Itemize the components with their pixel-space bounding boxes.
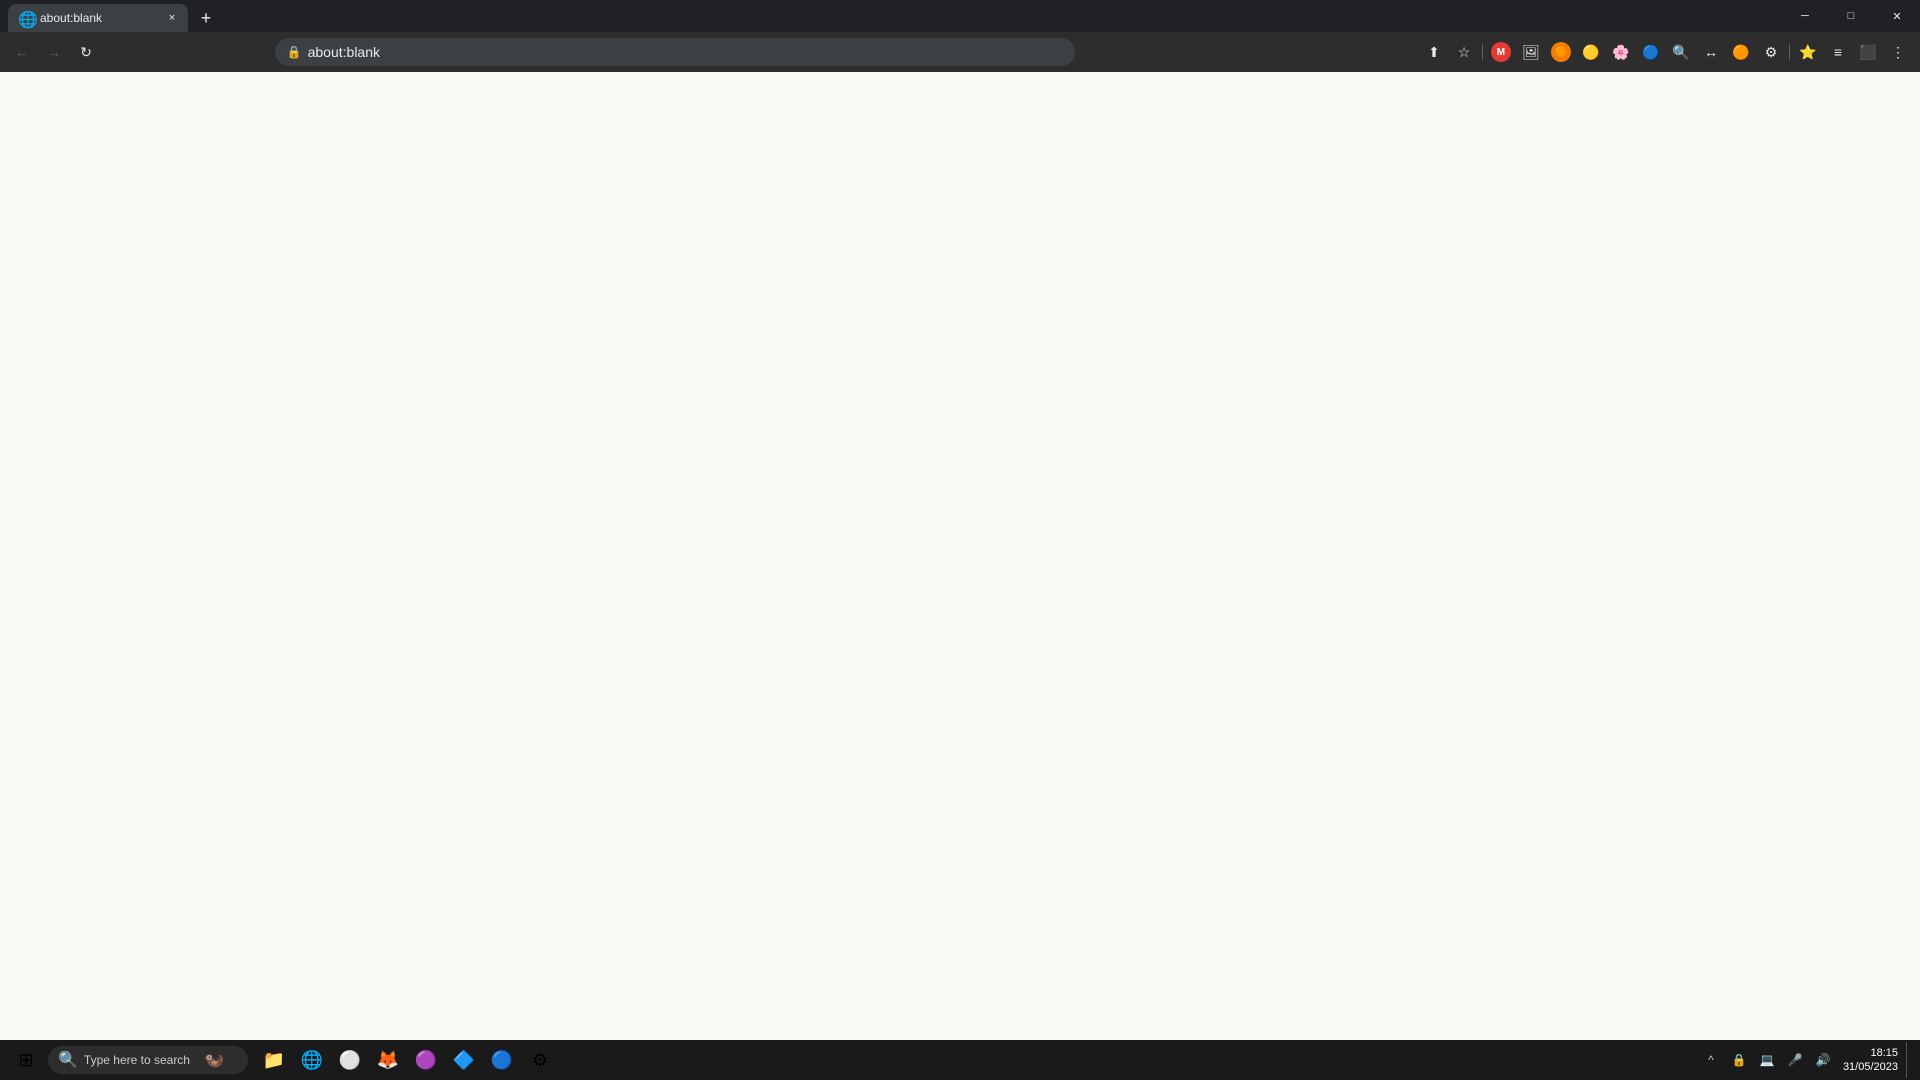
tray-mic-icon[interactable]: 🎤	[1783, 1048, 1807, 1072]
firefox-icon: 🦊	[377, 1050, 399, 1071]
tab-strip: 🌐 about:blank × +	[0, 0, 1782, 32]
ext-icon-7[interactable]: 🔍	[1667, 38, 1695, 66]
bookmark-icon[interactable]: ☆	[1450, 38, 1478, 66]
show-desktop-button[interactable]	[1906, 1042, 1912, 1078]
window-controls: ─ □ ✕	[1782, 0, 1920, 32]
refresh-button[interactable]: ↻	[72, 38, 100, 66]
system-tray: ^ 🔒 💻 🎤 🔊	[1699, 1048, 1835, 1072]
taskbar-edge[interactable]: 🌐	[294, 1042, 330, 1078]
clock-time: 18:15	[1870, 1046, 1898, 1060]
start-button[interactable]: ⊞	[8, 1042, 44, 1078]
taskbar-chrome[interactable]: ⚪	[332, 1042, 368, 1078]
browser-content	[0, 72, 1920, 1040]
ext-icon-8[interactable]: ↔	[1697, 38, 1725, 66]
share-icon[interactable]: ⬆	[1420, 38, 1448, 66]
vscode-icon: 🔷	[453, 1050, 475, 1071]
taskbar: ⊞ 🔍 Type here to search 🦦 📁 🌐 ⚪ 🦊 🟣 🔷 🔵 …	[0, 1040, 1920, 1080]
start-icon: ⊞	[18, 1050, 33, 1071]
divider2	[1789, 44, 1790, 60]
ext-icon-9[interactable]: 🟠	[1727, 38, 1755, 66]
tray-network-icon[interactable]: 💻	[1755, 1048, 1779, 1072]
ext-icon-2[interactable]: 🖼	[1517, 38, 1545, 66]
taskbar-apps: 📁 🌐 ⚪ 🦊 🟣 🔷 🔵 ⚙	[256, 1042, 558, 1078]
ext-icon-3[interactable]: 🟠	[1547, 38, 1575, 66]
taskbar-right: ^ 🔒 💻 🎤 🔊 18:15 31/05/2023	[1699, 1042, 1912, 1078]
back-button[interactable]: ←	[8, 38, 36, 66]
ext-icon-1[interactable]: M	[1487, 38, 1515, 66]
active-tab[interactable]: 🌐 about:blank ×	[8, 4, 188, 32]
ext-icon-4[interactable]: 🟡	[1577, 38, 1605, 66]
tab-favicon-icon: 🌐	[18, 10, 34, 26]
address-url: about:blank	[308, 44, 1063, 60]
app7-icon: 🔵	[491, 1050, 513, 1071]
taskbar-search-label: Type here to search	[84, 1053, 190, 1067]
ext-icon-5[interactable]: 🌸	[1607, 38, 1635, 66]
taskbar-vscode[interactable]: 🔷	[446, 1042, 482, 1078]
file-explorer-icon: 📁	[263, 1050, 285, 1071]
tab-title-label: about:blank	[40, 11, 158, 25]
address-box[interactable]: 🔒 about:blank	[275, 38, 1075, 66]
extensions-button[interactable]: ⭐	[1794, 38, 1822, 66]
ferret-icon: 🦦	[204, 1050, 224, 1070]
forward-button[interactable]: →	[40, 38, 68, 66]
new-tab-button[interactable]: +	[192, 4, 220, 32]
taskbar-search-icon: 🔍	[58, 1050, 78, 1070]
minimize-button[interactable]: ─	[1782, 0, 1828, 32]
taskbar-search-box[interactable]: 🔍 Type here to search 🦦	[48, 1046, 248, 1074]
toolbar-icons: ⬆ ☆ M 🖼 🟠 🟡 🌸 🔵 🔍 ↔ 🟠 ⚙ ⭐ ≡ ⬛ ⋮	[1420, 38, 1912, 66]
tray-lock-icon[interactable]: 🔒	[1727, 1048, 1751, 1072]
teams-icon: 🟣	[415, 1050, 437, 1071]
close-window-button[interactable]: ✕	[1874, 0, 1920, 32]
app8-icon: ⚙	[532, 1050, 548, 1071]
tray-volume-icon[interactable]: 🔊	[1811, 1048, 1835, 1072]
taskbar-app8[interactable]: ⚙	[522, 1042, 558, 1078]
addressbar: ← → ↻ 🔒 about:blank ⬆ ☆ M 🖼 🟠 🟡 🌸 🔵 🔍 ↔ …	[0, 32, 1920, 72]
sidebar-button[interactable]: ≡	[1824, 38, 1852, 66]
titlebar: 🌐 about:blank × + ─ □ ✕	[0, 0, 1920, 32]
taskbar-clock[interactable]: 18:15 31/05/2023	[1839, 1046, 1902, 1075]
taskbar-teams[interactable]: 🟣	[408, 1042, 444, 1078]
chrome-icon: ⚪	[339, 1050, 361, 1071]
clock-date: 31/05/2023	[1843, 1060, 1898, 1074]
address-security-icon: 🔒	[287, 45, 302, 59]
tray-chevron[interactable]: ^	[1699, 1048, 1723, 1072]
ext-icon-6[interactable]: 🔵	[1637, 38, 1665, 66]
maximize-button[interactable]: □	[1828, 0, 1874, 32]
edge-icon: 🌐	[301, 1050, 323, 1071]
divider	[1482, 44, 1483, 60]
ext-icon-10[interactable]: ⚙	[1757, 38, 1785, 66]
taskbar-firefox[interactable]: 🦊	[370, 1042, 406, 1078]
split-view-icon[interactable]: ⬛	[1854, 38, 1882, 66]
tab-close-button[interactable]: ×	[164, 10, 180, 26]
taskbar-file-explorer[interactable]: 📁	[256, 1042, 292, 1078]
taskbar-app7[interactable]: 🔵	[484, 1042, 520, 1078]
menu-button[interactable]: ⋮	[1884, 38, 1912, 66]
